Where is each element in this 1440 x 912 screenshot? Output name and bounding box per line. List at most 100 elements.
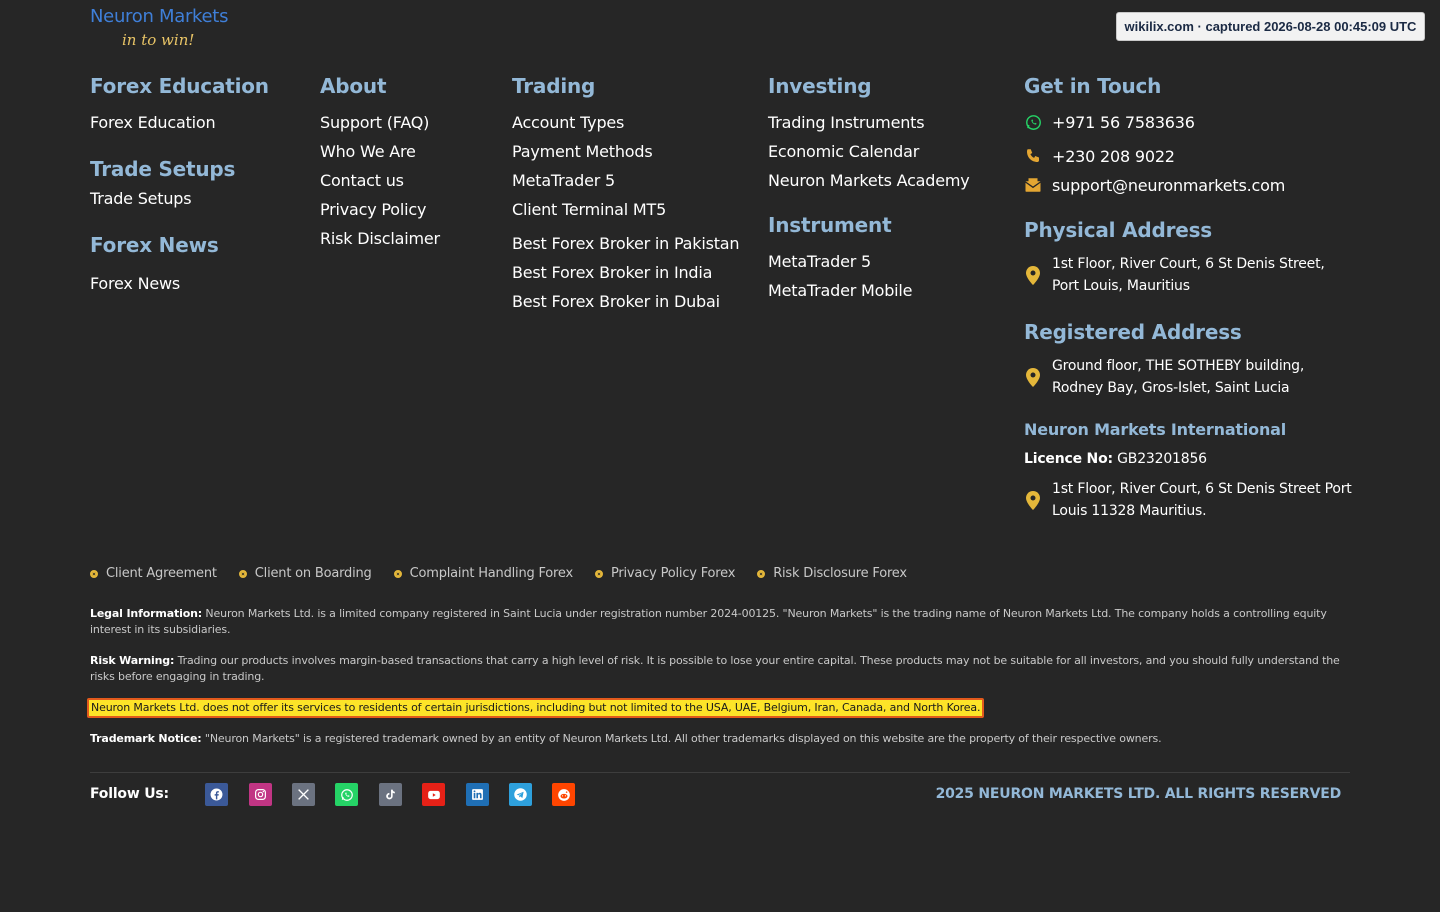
link-instrument-mt5-text[interactable]: MetaTrader 5: [768, 252, 871, 271]
legal-text: Neuron Markets Ltd. is a limited company…: [90, 607, 1327, 636]
physical-address-line1: 1st Floor, River Court, 6 St Denis Stree…: [1052, 256, 1325, 272]
instagram-icon: [255, 789, 266, 800]
licence-number: GB23201856: [1117, 451, 1207, 467]
link-forex-news-text[interactable]: Forex News: [90, 274, 180, 293]
link-economic-calendar-text[interactable]: Economic Calendar: [768, 142, 919, 161]
phone-number[interactable]: +230 208 9022: [1052, 147, 1175, 166]
follow-us-label: Follow Us:: [90, 786, 169, 802]
trademark-text: "Neuron Markets" is a registered tradema…: [204, 732, 1162, 745]
bullet-icon: [90, 569, 98, 578]
link-metatrader-mobile-text[interactable]: MetaTrader Mobile: [768, 281, 912, 300]
logo[interactable]: Neuron Markets in to win!: [90, 6, 228, 49]
facebook-button[interactable]: [205, 783, 228, 806]
linkedin-button[interactable]: [466, 783, 489, 806]
trademark-label: Trademark Notice:: [90, 732, 202, 745]
link-broker-dubai-text[interactable]: Best Forex Broker in Dubai: [512, 292, 720, 311]
telegram-button[interactable]: [509, 783, 532, 806]
link-privacy-policy-forex-text[interactable]: Privacy Policy Forex: [611, 566, 735, 581]
link-trading-instruments[interactable]: Trading Instruments: [768, 108, 1008, 137]
link-privacy-policy-forex[interactable]: Privacy Policy Forex: [594, 566, 735, 581]
link-client-onboarding[interactable]: Client on Boarding: [238, 566, 372, 581]
link-risk-disclosure-text[interactable]: Risk Disclosure Forex: [773, 566, 907, 581]
whatsapp-button[interactable]: [335, 783, 358, 806]
registered-address-line2: Rodney Bay, Gros-Islet, Saint Lucia: [1052, 380, 1290, 396]
link-metatrader-5-text[interactable]: MetaTrader 5: [512, 171, 615, 190]
link-privacy-policy-text[interactable]: Privacy Policy: [320, 200, 426, 219]
link-payment-methods-text[interactable]: Payment Methods: [512, 142, 653, 161]
heading-forex-education: Forex Education: [90, 74, 269, 98]
heading-trade-setups: Trade Setups: [90, 157, 236, 181]
link-economic-calendar[interactable]: Economic Calendar: [768, 137, 1008, 166]
link-metatrader-mobile[interactable]: MetaTrader Mobile: [768, 276, 1008, 305]
link-broker-india-text[interactable]: Best Forex Broker in India: [512, 263, 712, 282]
link-client-terminal-mt5[interactable]: Client Terminal MT5: [512, 195, 752, 224]
link-broker-pakistan-text[interactable]: Best Forex Broker in Pakistan: [512, 234, 740, 253]
phone-contact[interactable]: +230 208 9022: [1024, 144, 1354, 168]
link-broker-india[interactable]: Best Forex Broker in India: [512, 258, 752, 287]
email-contact[interactable]: support@neuronmarkets.com: [1024, 173, 1354, 197]
heading-registered-address: Registered Address: [1024, 320, 1242, 344]
whatsapp-number[interactable]: +971 56 7583636: [1052, 113, 1195, 132]
bullet-icon: [393, 569, 402, 578]
link-instrument-mt5[interactable]: MetaTrader 5: [768, 247, 1008, 276]
link-complaint-handling[interactable]: Complaint Handling Forex: [393, 566, 574, 581]
link-complaint-handling-text[interactable]: Complaint Handling Forex: [410, 566, 574, 581]
link-who-we-are[interactable]: Who We Are: [320, 137, 500, 166]
link-forex-education[interactable]: Forex Education: [90, 108, 300, 137]
mail-icon: [1024, 176, 1042, 194]
x-button[interactable]: [292, 783, 315, 806]
logo-tagline: in to win!: [122, 31, 195, 49]
link-risk-disclaimer[interactable]: Risk Disclaimer: [320, 224, 500, 253]
link-client-agreement-text[interactable]: Client Agreement: [106, 566, 217, 581]
email-address[interactable]: support@neuronmarkets.com: [1052, 176, 1285, 195]
tiktok-button[interactable]: [379, 783, 402, 806]
risk-label: Risk Warning:: [90, 654, 175, 667]
link-account-types[interactable]: Account Types: [512, 108, 752, 137]
link-broker-pakistan[interactable]: Best Forex Broker in Pakistan: [512, 229, 752, 258]
link-broker-dubai[interactable]: Best Forex Broker in Dubai: [512, 287, 752, 316]
legal-information: Legal Information: Neuron Markets Ltd. i…: [90, 606, 1340, 638]
policy-links: Client Agreement Client on Boarding Comp…: [90, 566, 907, 581]
bullet-icon: [238, 569, 247, 578]
link-risk-disclosure[interactable]: Risk Disclosure Forex: [757, 566, 907, 581]
whatsapp-contact[interactable]: +971 56 7583636: [1024, 110, 1354, 134]
link-client-agreement[interactable]: Client Agreement: [90, 566, 217, 581]
link-trading-instruments-text[interactable]: Trading Instruments: [768, 113, 925, 132]
link-forex-news[interactable]: Forex News: [90, 269, 300, 298]
international-address: 1st Floor, River Court, 6 St Denis Stree…: [1024, 478, 1354, 522]
link-contact-us-text[interactable]: Contact us: [320, 171, 404, 190]
location-pin-icon: [1024, 490, 1042, 510]
facebook-icon: [210, 788, 223, 801]
link-support-faq[interactable]: Support (FAQ): [320, 108, 500, 137]
link-academy-text[interactable]: Neuron Markets Academy: [768, 171, 970, 190]
link-metatrader-5[interactable]: MetaTrader 5: [512, 166, 752, 195]
reddit-button[interactable]: [552, 783, 575, 806]
link-trade-setups[interactable]: Trade Setups: [90, 184, 300, 213]
link-client-terminal-mt5-text[interactable]: Client Terminal MT5: [512, 200, 666, 219]
bullet-icon: [757, 569, 766, 578]
link-risk-disclaimer-text[interactable]: Risk Disclaimer: [320, 229, 440, 248]
link-support-faq-text[interactable]: Support (FAQ): [320, 113, 429, 132]
x-icon: [298, 789, 309, 800]
link-privacy-policy[interactable]: Privacy Policy: [320, 195, 500, 224]
link-contact-us[interactable]: Contact us: [320, 166, 500, 195]
registered-address: Ground floor, THE SOTHEBY building, Rodn…: [1024, 355, 1354, 399]
link-client-onboarding-text[interactable]: Client on Boarding: [255, 566, 372, 581]
location-pin-icon: [1024, 265, 1042, 285]
whatsapp-icon: [340, 788, 353, 801]
about-column: About Support (FAQ) Who We Are Contact u…: [320, 73, 500, 253]
heading-trading: Trading: [512, 74, 596, 98]
link-account-types-text[interactable]: Account Types: [512, 113, 624, 132]
youtube-button[interactable]: [422, 783, 445, 806]
link-academy[interactable]: Neuron Markets Academy: [768, 166, 1008, 195]
link-payment-methods[interactable]: Payment Methods: [512, 137, 752, 166]
instagram-button[interactable]: [249, 783, 272, 806]
heading-get-in-touch: Get in Touch: [1024, 74, 1162, 98]
link-forex-education-text[interactable]: Forex Education: [90, 113, 216, 132]
contact-column: Get in Touch +971 56 7583636 +230 208 90…: [1024, 73, 1354, 522]
reddit-icon: [557, 788, 570, 801]
risk-warning: Risk Warning: Trading our products invol…: [90, 653, 1340, 685]
link-who-we-are-text[interactable]: Who We Are: [320, 142, 416, 161]
link-trade-setups-text[interactable]: Trade Setups: [90, 189, 192, 208]
bullet-icon: [594, 569, 603, 578]
